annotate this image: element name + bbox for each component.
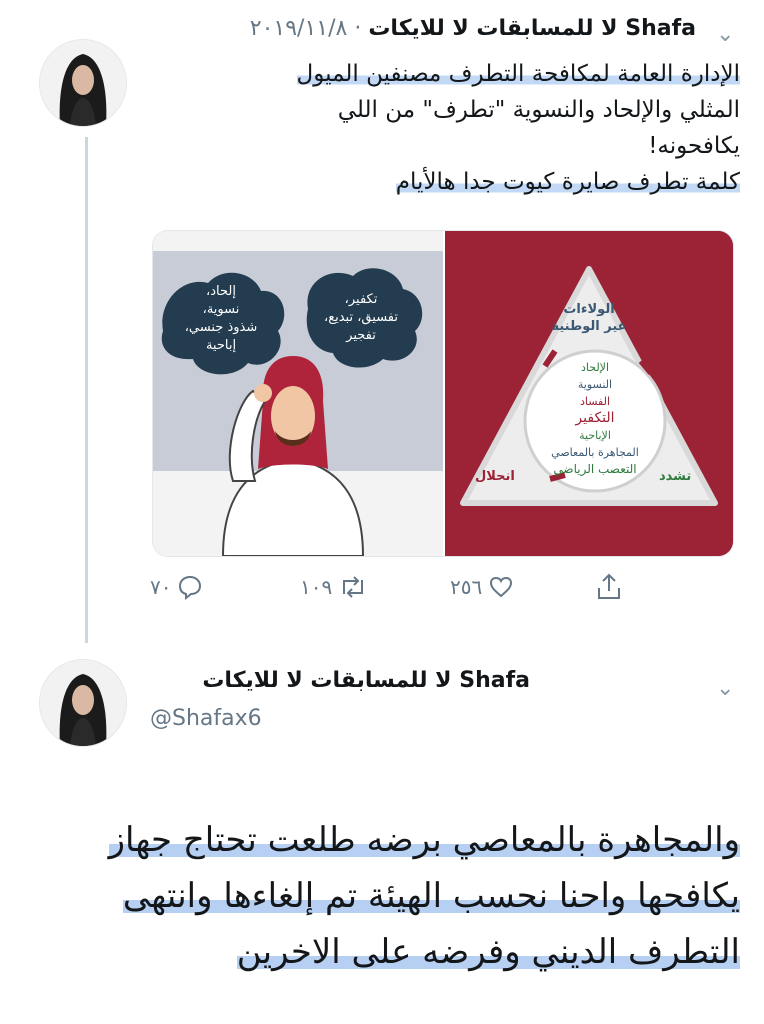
avatar-image bbox=[40, 40, 126, 126]
bubble-left-text: إلحاد، نسوية، شذوذ جنسي، إباحية bbox=[171, 283, 271, 355]
illustration-man bbox=[153, 231, 443, 556]
tweet-text: الإدارة العامة لمكافحة التطرف مصنفين الم… bbox=[150, 56, 740, 200]
bubble-line: تكفير، bbox=[344, 292, 378, 307]
media-image-left[interactable]: إلحاد، نسوية، شذوذ جنسي، إباحية تكفير، ت… bbox=[153, 231, 443, 556]
like-count: ٢٥٦ bbox=[450, 575, 483, 599]
circle-words: الإلحاد النسوية الفساد التكفير الإباحية … bbox=[531, 359, 659, 478]
thread-line bbox=[85, 137, 88, 643]
like-icon bbox=[490, 576, 513, 598]
circle-word: التعصب الرياضي bbox=[553, 462, 637, 476]
circle-word: التكفير bbox=[575, 410, 615, 426]
circle-word: المجاهرة بالمعاصي bbox=[551, 446, 639, 459]
tweet-text: والمجاهرة بالمعاصي برضه طلعت تحتاج جهاز … bbox=[40, 812, 740, 980]
retweet-icon bbox=[343, 576, 364, 598]
display-name[interactable]: Shafa لا للمسابقات لا للايكات bbox=[368, 16, 696, 41]
retweet-button[interactable]: ١٠٩ bbox=[300, 574, 368, 600]
display-name[interactable]: Shafa لا للمسابقات لا للايكات bbox=[202, 668, 530, 693]
reply-button[interactable]: ٧٠ bbox=[150, 574, 203, 600]
triangle-top-line: الولاءات bbox=[563, 302, 615, 317]
circle-word: النسوية bbox=[577, 378, 613, 391]
tweet-line: الإدارة العامة لمكافحة التطرف مصنفين الم… bbox=[296, 61, 740, 87]
tweet-media[interactable]: إلحاد، نسوية، شذوذ جنسي، إباحية تكفير، ت… bbox=[152, 230, 734, 557]
bubble-line: إلحاد، bbox=[206, 284, 236, 299]
share-icon bbox=[598, 573, 620, 599]
user-handle[interactable]: @Shafax6 bbox=[150, 706, 262, 731]
bubble-line: شذوذ جنسي، bbox=[184, 320, 258, 335]
triangle-right-label: تشدد bbox=[659, 469, 692, 484]
chevron-down-icon[interactable]: ⌄ bbox=[716, 22, 734, 47]
media-image-right[interactable]: الولاءات غير الوطنية انحلال تشدد الإلحاد… bbox=[445, 231, 733, 556]
bubble-line: تفجير bbox=[346, 328, 376, 343]
avatar[interactable] bbox=[40, 40, 126, 126]
tweet-actions: ٧٠ ١٠٩ ٢٥٦ bbox=[150, 572, 650, 606]
tweet-header: Shafa لا للمسابقات لا للايكات bbox=[150, 668, 530, 693]
like-button[interactable]: ٢٥٦ bbox=[450, 574, 514, 600]
bubble-line: نسوية، bbox=[202, 302, 240, 317]
tweet-separator: · bbox=[354, 16, 362, 41]
avatar-image bbox=[40, 660, 126, 746]
tweet-header: Shafa لا للمسابقات لا للايكات · ٢٠١٩/١١/… bbox=[150, 16, 696, 41]
retweet-count: ١٠٩ bbox=[300, 575, 333, 599]
bubble-line: تفسيق، تبديع، bbox=[324, 310, 398, 325]
bubble-line: إباحية bbox=[205, 338, 237, 353]
triangle-top-label: الولاءات غير الوطنية bbox=[539, 301, 639, 335]
circle-word: الإلحاد bbox=[580, 361, 610, 374]
tweet-line: التطرف الديني وفرضه على الاخرين bbox=[236, 932, 740, 972]
triangle-left-label: انحلال bbox=[475, 469, 515, 484]
circle-word: الفساد bbox=[579, 395, 611, 408]
tweet-line: يكافحونه! bbox=[648, 133, 740, 159]
chevron-down-icon[interactable]: ⌄ bbox=[716, 676, 734, 701]
tweet-date[interactable]: ٢٠١٩/١١/٨ bbox=[250, 16, 348, 41]
tweet-line: المثلي والإلحاد والنسوية "تطرف" من اللي bbox=[337, 97, 740, 123]
tweet-line: والمجاهرة بالمعاصي برضه طلعت تحتاج جهاز bbox=[108, 820, 740, 860]
circle-word: الإباحية bbox=[579, 429, 611, 442]
share-button[interactable] bbox=[595, 572, 623, 602]
avatar[interactable] bbox=[40, 660, 126, 746]
reply-count: ٧٠ bbox=[150, 575, 172, 599]
tweet-line: يكافحها واحنا نحسب الهيئة تم إلغاءها وان… bbox=[122, 876, 740, 916]
tweet-line: كلمة تطرف صايرة كيوت جدا هالأيام bbox=[395, 169, 740, 195]
bubble-right-text: تكفير، تفسيق، تبديع، تفجير bbox=[311, 291, 411, 345]
triangle-top-line: غير الوطنية bbox=[551, 319, 627, 334]
reply-icon bbox=[179, 575, 202, 600]
